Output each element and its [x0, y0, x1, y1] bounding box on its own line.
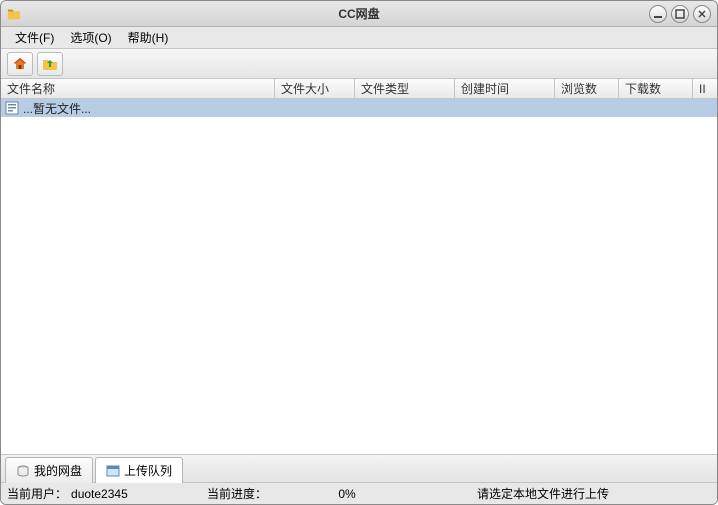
- col-type[interactable]: 文件类型: [355, 79, 455, 98]
- close-button[interactable]: [693, 5, 711, 23]
- app-icon: [7, 7, 21, 21]
- col-size[interactable]: 文件大小: [275, 79, 355, 98]
- upload-button[interactable]: [37, 52, 63, 76]
- file-list[interactable]: ...暂无文件...: [1, 99, 717, 454]
- col-name[interactable]: 文件名称: [1, 79, 275, 98]
- statusbar: 当前用户： duote2345 当前进度： 0% 请选定本地文件进行上传: [1, 482, 717, 504]
- queue-icon: [106, 464, 120, 478]
- tab-mydisk-label: 我的网盘: [34, 462, 82, 479]
- menu-file[interactable]: 文件(F): [7, 27, 62, 48]
- progress-percent: 0%: [338, 487, 355, 501]
- upload-folder-icon: [42, 56, 58, 72]
- maximize-button[interactable]: [671, 5, 689, 23]
- minimize-button[interactable]: [649, 5, 667, 23]
- disk-icon: [16, 464, 30, 478]
- user-value: duote2345: [71, 487, 128, 501]
- tab-mydisk[interactable]: 我的网盘: [5, 457, 93, 483]
- toolbar: [1, 49, 717, 79]
- col-extra[interactable]: II: [693, 79, 717, 98]
- window-title: CC网盘: [1, 5, 717, 22]
- col-created[interactable]: 创建时间: [455, 79, 555, 98]
- menu-help[interactable]: 帮助(H): [120, 27, 177, 48]
- tab-uploadqueue-label: 上传队列: [124, 462, 172, 479]
- status-progress-label: 当前进度：: [207, 485, 277, 502]
- titlebar: CC网盘: [1, 1, 717, 27]
- app-window: CC网盘 文件(F) 选项(O) 帮助(H) 文件名称 文件大小 文件类型 创建…: [0, 0, 718, 505]
- status-user: 当前用户： duote2345: [7, 485, 207, 502]
- status-hint: 请选定本地文件进行上传: [417, 485, 711, 502]
- file-icon: [5, 101, 19, 115]
- menubar: 文件(F) 选项(O) 帮助(H): [1, 27, 717, 49]
- tab-uploadqueue[interactable]: 上传队列: [95, 457, 183, 483]
- col-downloads[interactable]: 下载数: [619, 79, 693, 98]
- status-progress-value: 0%: [277, 487, 417, 501]
- bottom-tabs: 我的网盘 上传队列: [1, 454, 717, 482]
- column-headers: 文件名称 文件大小 文件类型 创建时间 浏览数 下载数 II: [1, 79, 717, 99]
- home-icon: [12, 56, 28, 72]
- col-views[interactable]: 浏览数: [555, 79, 619, 98]
- empty-text: ...暂无文件...: [23, 100, 91, 117]
- home-button[interactable]: [7, 52, 33, 76]
- user-label: 当前用户：: [7, 485, 67, 502]
- menu-options[interactable]: 选项(O): [62, 27, 119, 48]
- list-row-empty[interactable]: ...暂无文件...: [1, 99, 717, 117]
